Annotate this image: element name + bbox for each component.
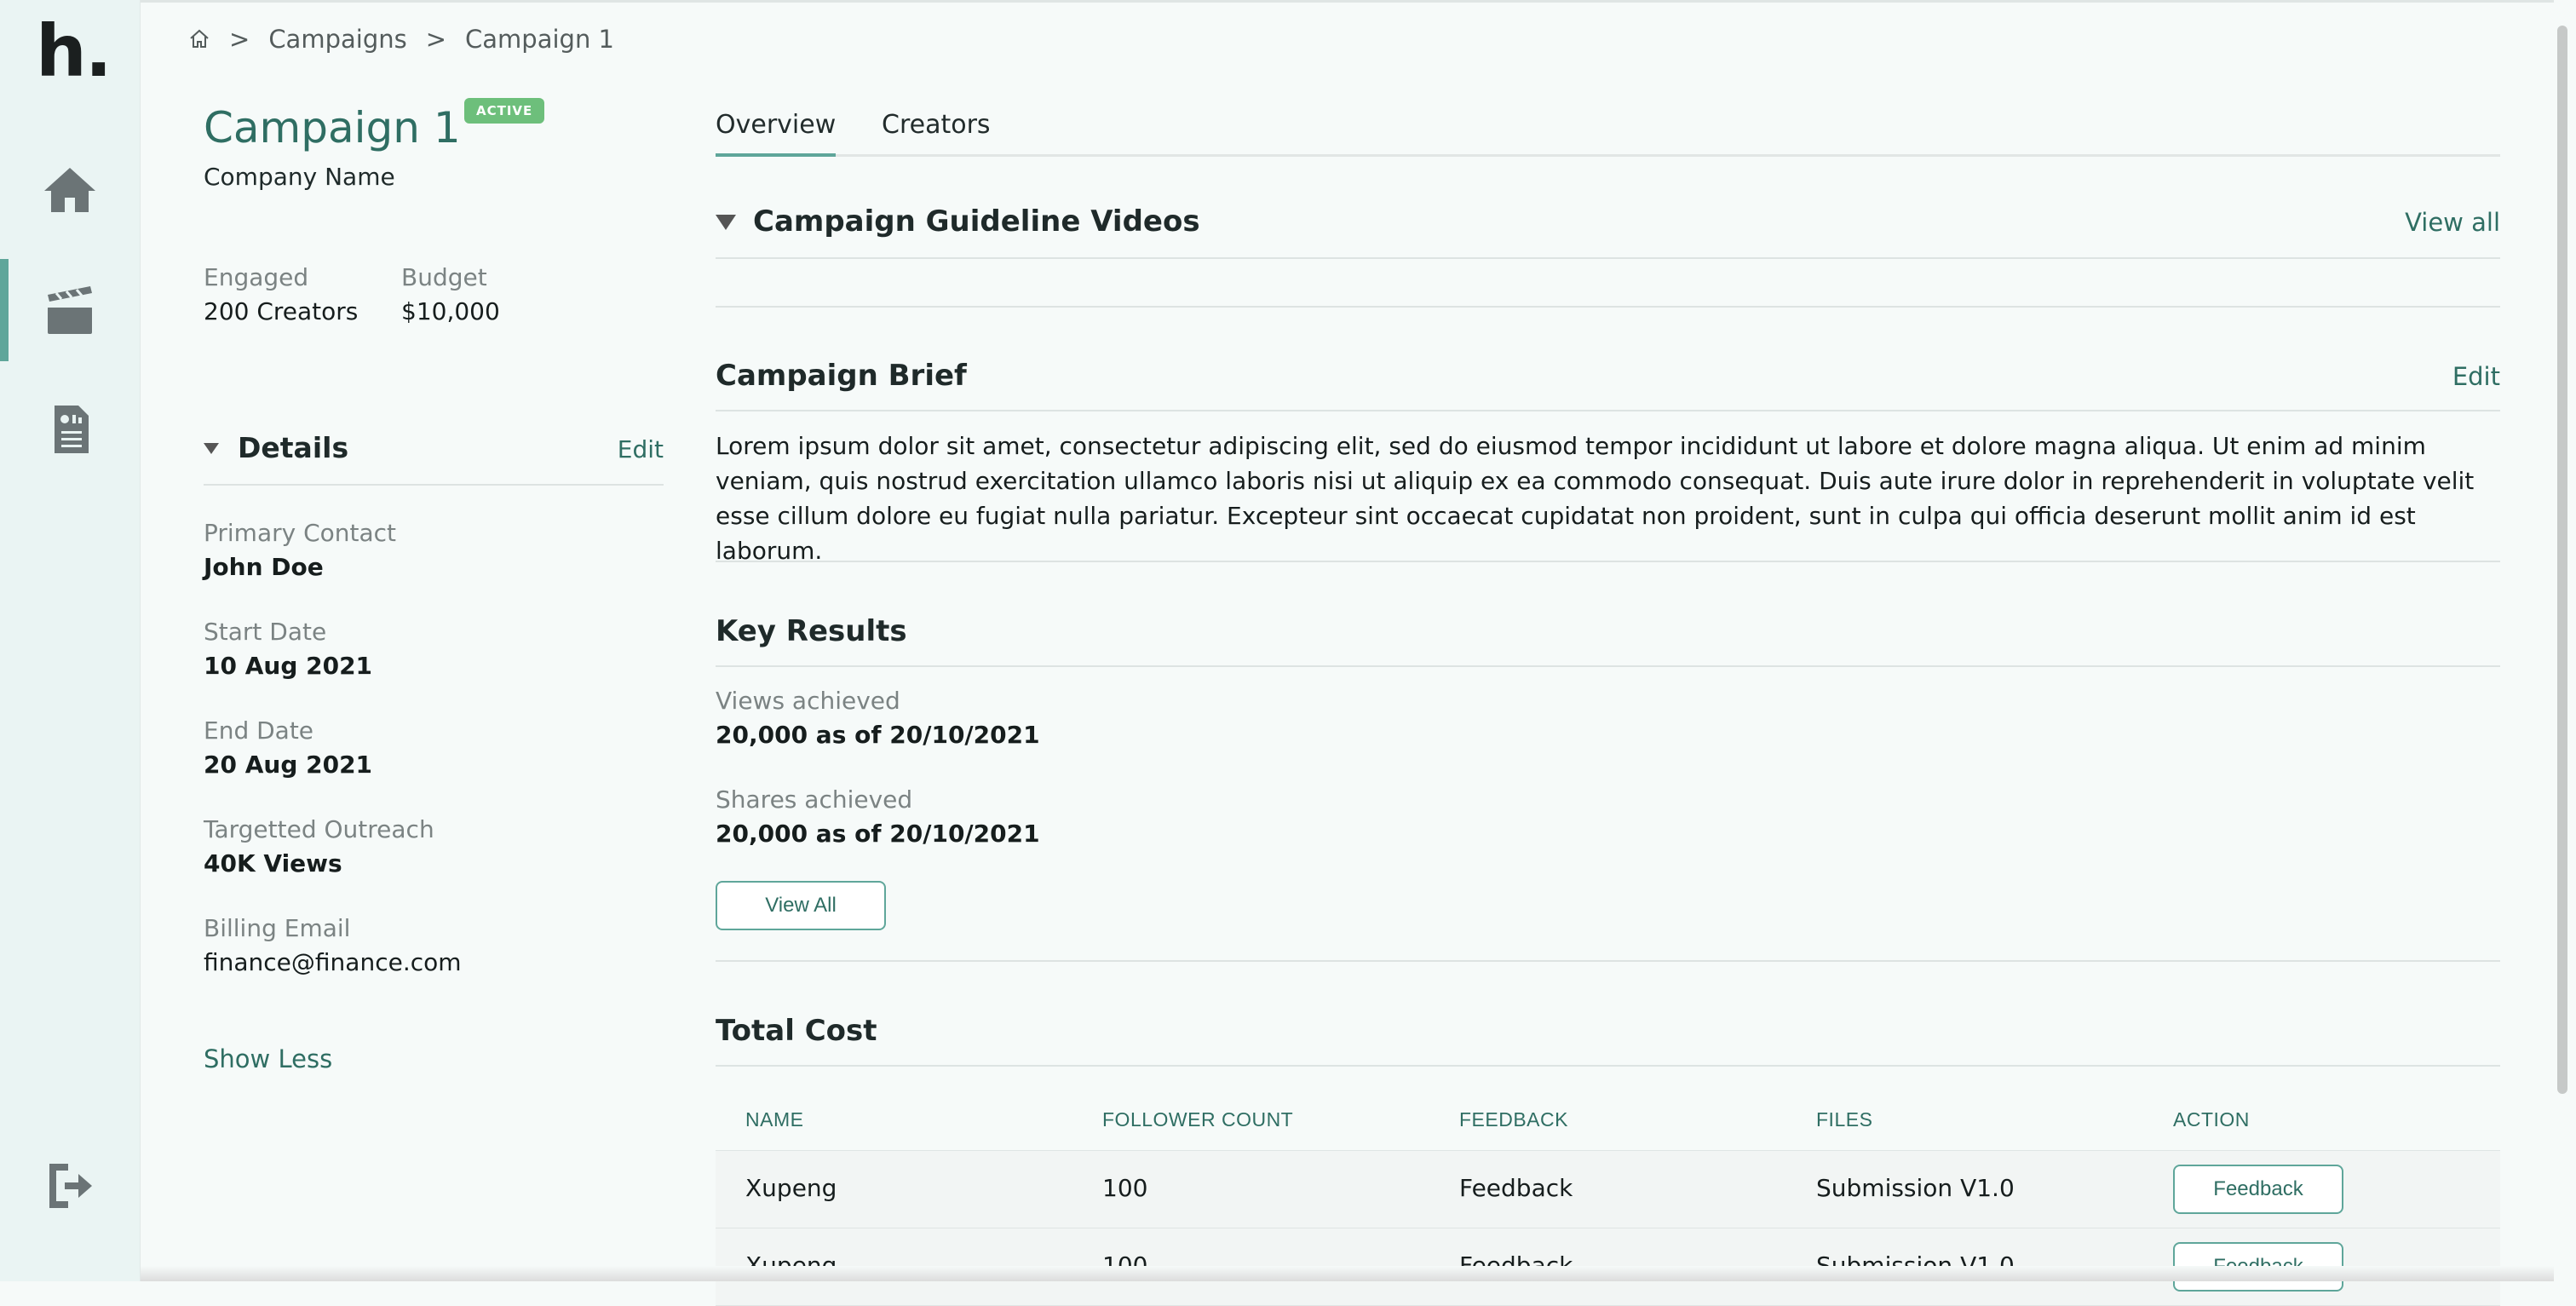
campaign-brief-header: Campaign Brief Edit bbox=[716, 359, 2500, 411]
home-outline-icon[interactable] bbox=[188, 28, 210, 50]
stat-label-engaged: Engaged bbox=[204, 263, 309, 291]
collapse-triangle-icon[interactable] bbox=[716, 215, 736, 230]
guideline-videos-header: Campaign Guideline Videos View all bbox=[716, 204, 2500, 259]
field-label-targetted-outreach: Targetted Outreach bbox=[204, 815, 434, 843]
cell-name: Xupeng bbox=[745, 1174, 837, 1202]
page-title: Campaign 1 bbox=[204, 103, 461, 152]
total-cost-header: Total Cost bbox=[716, 1014, 2500, 1067]
kr-value-shares: 20,000 as of 20/10/2021 bbox=[716, 820, 1040, 848]
column-header-name[interactable]: NAME bbox=[745, 1108, 803, 1131]
stat-label-budget: Budget bbox=[401, 263, 487, 291]
divider bbox=[716, 306, 2500, 308]
main-content: > Campaigns > Campaign 1 Campaign 1 ACTI… bbox=[141, 3, 2554, 1306]
kr-label-shares: Shares achieved bbox=[716, 785, 913, 814]
sidebar-item-home[interactable] bbox=[0, 139, 140, 241]
key-results-title: Key Results bbox=[716, 614, 907, 648]
stat-value-engaged: 200 Creators bbox=[204, 297, 359, 325]
breadcrumb-current: Campaign 1 bbox=[465, 25, 614, 54]
field-value-targetted-outreach: 40K Views bbox=[204, 849, 342, 877]
breadcrumb: > Campaigns > Campaign 1 bbox=[188, 25, 614, 54]
field-value-primary-contact: John Doe bbox=[204, 553, 324, 581]
app-logo[interactable]: h. bbox=[36, 15, 112, 87]
brief-edit-link[interactable]: Edit bbox=[2452, 362, 2500, 391]
sidebar-item-campaigns[interactable] bbox=[0, 259, 140, 361]
kr-value-views: 20,000 as of 20/10/2021 bbox=[716, 721, 1040, 749]
column-header-files[interactable]: FILES bbox=[1816, 1108, 1872, 1131]
column-header-feedback[interactable]: FEEDBACK bbox=[1459, 1108, 1568, 1131]
clapperboard-icon bbox=[48, 286, 92, 334]
table-row: Xupeng 100 Feedback Submission V1.0 Feed… bbox=[716, 1151, 2500, 1228]
show-less-link[interactable]: Show Less bbox=[204, 1044, 332, 1073]
field-value-billing-email: finance@finance.com bbox=[204, 948, 462, 976]
column-header-follower-count[interactable]: FOLLOWER COUNT bbox=[1102, 1108, 1293, 1131]
campaign-brief-text: Lorem ipsum dolor sit amet, consectetur … bbox=[716, 432, 2475, 565]
field-label-billing-email: Billing Email bbox=[204, 914, 351, 942]
view-all-videos-link[interactable]: View all bbox=[2405, 208, 2500, 237]
kr-label-views: Views achieved bbox=[716, 687, 900, 715]
tab-bar: Overview Creators bbox=[716, 96, 2500, 157]
field-label-primary-contact: Primary Contact bbox=[204, 519, 397, 547]
report-icon bbox=[55, 406, 89, 453]
sidebar-item-logout[interactable] bbox=[0, 1135, 140, 1237]
sidebar-item-reports[interactable] bbox=[0, 378, 140, 480]
bottom-shadow bbox=[141, 1266, 2554, 1281]
status-badge: ACTIVE bbox=[464, 98, 545, 124]
feedback-button[interactable]: Feedback bbox=[2173, 1165, 2343, 1214]
vertical-scrollbar[interactable] bbox=[2554, 0, 2576, 1281]
field-value-start-date: 10 Aug 2021 bbox=[204, 652, 373, 680]
breadcrumb-separator: > bbox=[229, 25, 250, 54]
total-cost-title: Total Cost bbox=[716, 1014, 877, 1048]
cell-feedback: Feedback bbox=[1459, 1174, 1573, 1202]
campaign-brief-title: Campaign Brief bbox=[716, 359, 967, 393]
details-title[interactable]: Details bbox=[238, 431, 348, 464]
stat-value-budget: $10,000 bbox=[401, 297, 500, 325]
cell-follower-count: 100 bbox=[1102, 1174, 1148, 1202]
collapse-triangle-icon[interactable] bbox=[204, 443, 219, 454]
view-all-results-button[interactable]: View All bbox=[716, 881, 886, 930]
company-name: Company Name bbox=[204, 163, 395, 191]
field-label-start-date: Start Date bbox=[204, 618, 327, 646]
divider bbox=[716, 960, 2500, 962]
sidebar: h. bbox=[0, 0, 141, 1281]
guideline-videos-title[interactable]: Campaign Guideline Videos bbox=[753, 204, 1200, 239]
tab-overview[interactable]: Overview bbox=[716, 110, 837, 157]
field-value-end-date: 20 Aug 2021 bbox=[204, 751, 373, 779]
breadcrumb-separator: > bbox=[425, 25, 447, 54]
table-header-row: NAME FOLLOWER COUNT FEEDBACK FILES ACTIO… bbox=[716, 1093, 2500, 1151]
logout-icon bbox=[49, 1164, 92, 1208]
details-header: Details Edit bbox=[204, 431, 664, 486]
cell-files[interactable]: Submission V1.0 bbox=[1816, 1174, 2015, 1202]
column-header-action[interactable]: ACTION bbox=[2173, 1108, 2250, 1131]
field-label-end-date: End Date bbox=[204, 716, 314, 745]
divider bbox=[716, 561, 2500, 562]
scrollbar-thumb[interactable] bbox=[2557, 26, 2567, 1094]
home-icon bbox=[44, 168, 95, 212]
key-results-header: Key Results bbox=[716, 614, 2500, 667]
breadcrumb-campaigns[interactable]: Campaigns bbox=[268, 25, 406, 54]
details-edit-link[interactable]: Edit bbox=[618, 435, 664, 463]
tab-creators[interactable]: Creators bbox=[882, 110, 991, 140]
